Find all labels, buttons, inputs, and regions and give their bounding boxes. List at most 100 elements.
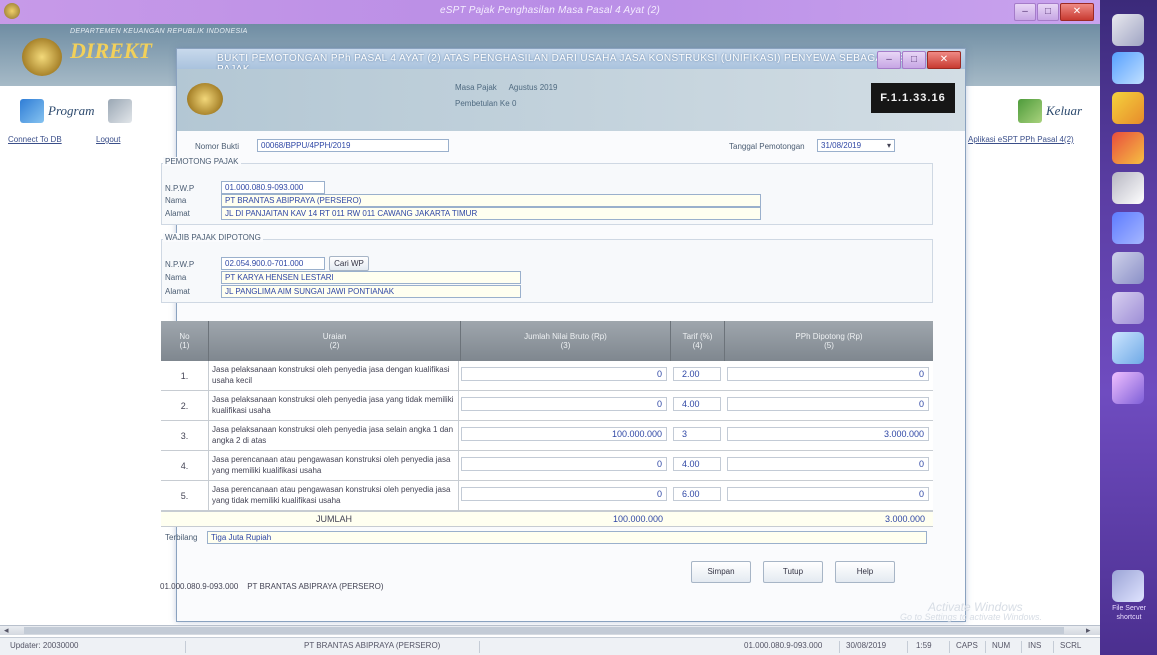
table-row: 5. Jasa perencanaan atau pengawasan kons…	[161, 481, 933, 511]
table-header: No (1) Uraian (2) Jumlah Nilai Bruto (Rp)(…	[161, 321, 933, 361]
bruto-input[interactable]: 0	[461, 457, 667, 471]
settings-icon[interactable]	[1112, 172, 1144, 204]
nomor-bukti-label: Nomor Bukti	[195, 142, 240, 151]
minimize-button[interactable]: –	[1014, 3, 1036, 21]
bruto-input[interactable]: 0	[461, 367, 667, 381]
total-bruto: 100.000.000	[612, 514, 663, 524]
side-taskbar: File Server shortcut	[1100, 0, 1157, 655]
tarif-input[interactable]: 2.00	[673, 367, 721, 381]
status-num: NUM	[988, 641, 1022, 653]
total-pph: 3.000.000	[884, 514, 925, 524]
exit-button[interactable]: Keluar	[1018, 96, 1082, 126]
tarif-input[interactable]: 3	[673, 427, 721, 441]
pph-input[interactable]: 0	[727, 457, 929, 471]
wp-alamat-input[interactable]: JL PANGLIMA AIM SUNGAI JAWI PONTIANAK	[221, 285, 521, 298]
tanggal-input[interactable]: 31/08/2019 ▾	[817, 139, 895, 152]
close-form-button[interactable]: Tutup	[763, 561, 823, 583]
pemotong-nama-label: Nama	[165, 196, 187, 205]
dialog-minimize-button[interactable]: –	[877, 51, 901, 69]
program-label: Program	[48, 103, 95, 118]
tanggal-value: 31/08/2019	[821, 141, 862, 150]
pph-table: No (1) Uraian (2) Jumlah Nilai Bruto (Rp)(…	[161, 321, 933, 577]
horizontal-scrollbar[interactable]: ◂ ▸	[0, 625, 1100, 635]
dialog-close-button[interactable]: ✕	[927, 51, 961, 69]
wp-npwp-label: N.P.W.P	[165, 260, 195, 269]
department-label: DEPARTEMEN KEUANGAN REPUBLIK INDONESIA	[70, 28, 248, 35]
pph-input[interactable]: 0	[727, 487, 929, 501]
side-shortcut-label: File Server shortcut	[1112, 605, 1146, 621]
tarif-input[interactable]: 4.00	[673, 457, 721, 471]
wp-nama-label: Nama	[165, 273, 187, 282]
dialog-titlebar: BUKTI PEMOTONGAN PPh PASAL 4 AYAT (2) AT…	[177, 49, 965, 75]
footer-name: PT BRANTAS ABIPRAYA (PERSERO)	[247, 582, 384, 591]
pemotong-nama-input[interactable]: PT BRANTAS ABIPRAYA (PERSERO)	[221, 194, 761, 207]
server-icon[interactable]	[1112, 570, 1144, 602]
app-status-link[interactable]: Aplikasi eSPT PPh Pasal 4(2)	[968, 135, 1074, 144]
wajib-pajak-section-title: WAJIB PAJAK DIPOTONG	[163, 233, 263, 242]
scroll-left-icon[interactable]: ◂	[4, 625, 9, 636]
col-uraian: Uraian (2)	[209, 321, 461, 361]
total-label: JUMLAH	[315, 514, 352, 524]
table-row: 4. Jasa perencanaan atau pengawasan kons…	[161, 451, 933, 481]
scroll-right-icon[interactable]: ▸	[1086, 625, 1091, 636]
network-icon[interactable]	[1112, 212, 1144, 244]
calculator-icon	[108, 99, 132, 123]
table-total-row: JUMLAH 100.000.000 3.000.000	[161, 511, 933, 527]
status-updater: Updater: 20030000	[6, 641, 186, 653]
calendar-dropdown-icon[interactable]: ▾	[887, 140, 894, 151]
status-bar: Updater: 20030000 PT BRANTAS ABIPRAYA (P…	[0, 637, 1100, 655]
status-caps: CAPS	[952, 641, 986, 653]
pembetulan-label: Pembetulan Ke	[455, 99, 510, 108]
status-time: 1:59	[912, 641, 950, 653]
chrome-icon[interactable]	[1112, 132, 1144, 164]
tarif-input[interactable]: 6.00	[673, 487, 721, 501]
connect-db-link[interactable]: Connect To DB	[8, 135, 62, 144]
pemotong-alamat-input[interactable]: JL DI PANJAITAN KAV 14 RT 011 RW 011 CAW…	[221, 207, 761, 220]
exit-label: Keluar	[1046, 103, 1083, 118]
nomor-bukti-input[interactable]: 00068/BPPU/4PPH/2019	[257, 139, 449, 152]
pemotong-section-title: PEMOTONG PAJAK	[163, 157, 241, 166]
recycle-bin-icon[interactable]	[1112, 14, 1144, 46]
wp-nama-input[interactable]: PT KARYA HENSEN LESTARI	[221, 271, 521, 284]
tarif-input[interactable]: 4.00	[673, 397, 721, 411]
tanggal-label: Tanggal Pemotongan	[729, 142, 805, 151]
pph-input[interactable]: 3.000.000	[727, 427, 929, 441]
edit-icon[interactable]	[1112, 292, 1144, 324]
masa-pajak-info: Masa Pajak Agustus 2019	[455, 83, 568, 92]
help-button[interactable]: Help	[835, 561, 895, 583]
save-button[interactable]: Simpan	[691, 561, 751, 583]
pph-input[interactable]: 0	[727, 367, 929, 381]
app-icon-3[interactable]	[1112, 372, 1144, 404]
app-icon-2[interactable]	[1112, 332, 1144, 364]
bruto-input[interactable]: 0	[461, 397, 667, 411]
browser-icon[interactable]	[1112, 52, 1144, 84]
col-no: No (1)	[161, 321, 209, 361]
table-row: 2. Jasa pelaksanaan konstruksi oleh peny…	[161, 391, 933, 421]
status-scrl: SCRL	[1060, 641, 1082, 650]
exit-icon	[1018, 99, 1042, 123]
maximize-button[interactable]: □	[1037, 3, 1059, 21]
calculator-button[interactable]	[108, 96, 132, 126]
masa-pajak-label: Masa Pajak	[455, 83, 497, 92]
col-pph: PPh Dipotong (Rp) (5)	[795, 332, 863, 350]
dialog-header: Masa Pajak Agustus 2019 Pembetulan Ke 0 …	[177, 69, 965, 131]
folder-icon[interactable]	[1112, 92, 1144, 124]
col-bruto: Jumlah Nilai Bruto (Rp) (3)	[461, 321, 671, 361]
tool-icon[interactable]	[1112, 252, 1144, 284]
terbilang-label: Terbilang	[165, 533, 198, 542]
form-code-badge: F.1.1.33.16	[871, 83, 955, 113]
cari-wp-button[interactable]: Cari WP	[329, 256, 369, 271]
logout-link[interactable]: Logout	[96, 135, 120, 144]
pemotong-npwp-input[interactable]: 01.000.080.9-093.000	[221, 181, 325, 194]
bruto-input[interactable]: 100.000.000	[461, 427, 667, 441]
pph-input[interactable]: 0	[727, 397, 929, 411]
wp-npwp-input[interactable]: 02.054.900.0-701.000	[221, 257, 325, 270]
scroll-thumb[interactable]	[24, 627, 1064, 634]
bruto-input[interactable]: 0	[461, 487, 667, 501]
dialog-maximize-button[interactable]: □	[902, 51, 926, 69]
close-button[interactable]: ✕	[1060, 3, 1094, 21]
pemotong-npwp-label: N.P.W.P	[165, 184, 195, 193]
garuda-logo-icon	[22, 38, 62, 76]
table-row: 1. Jasa pelaksanaan konstruksi oleh peny…	[161, 361, 933, 391]
program-menu-button[interactable]: Program	[20, 96, 94, 126]
